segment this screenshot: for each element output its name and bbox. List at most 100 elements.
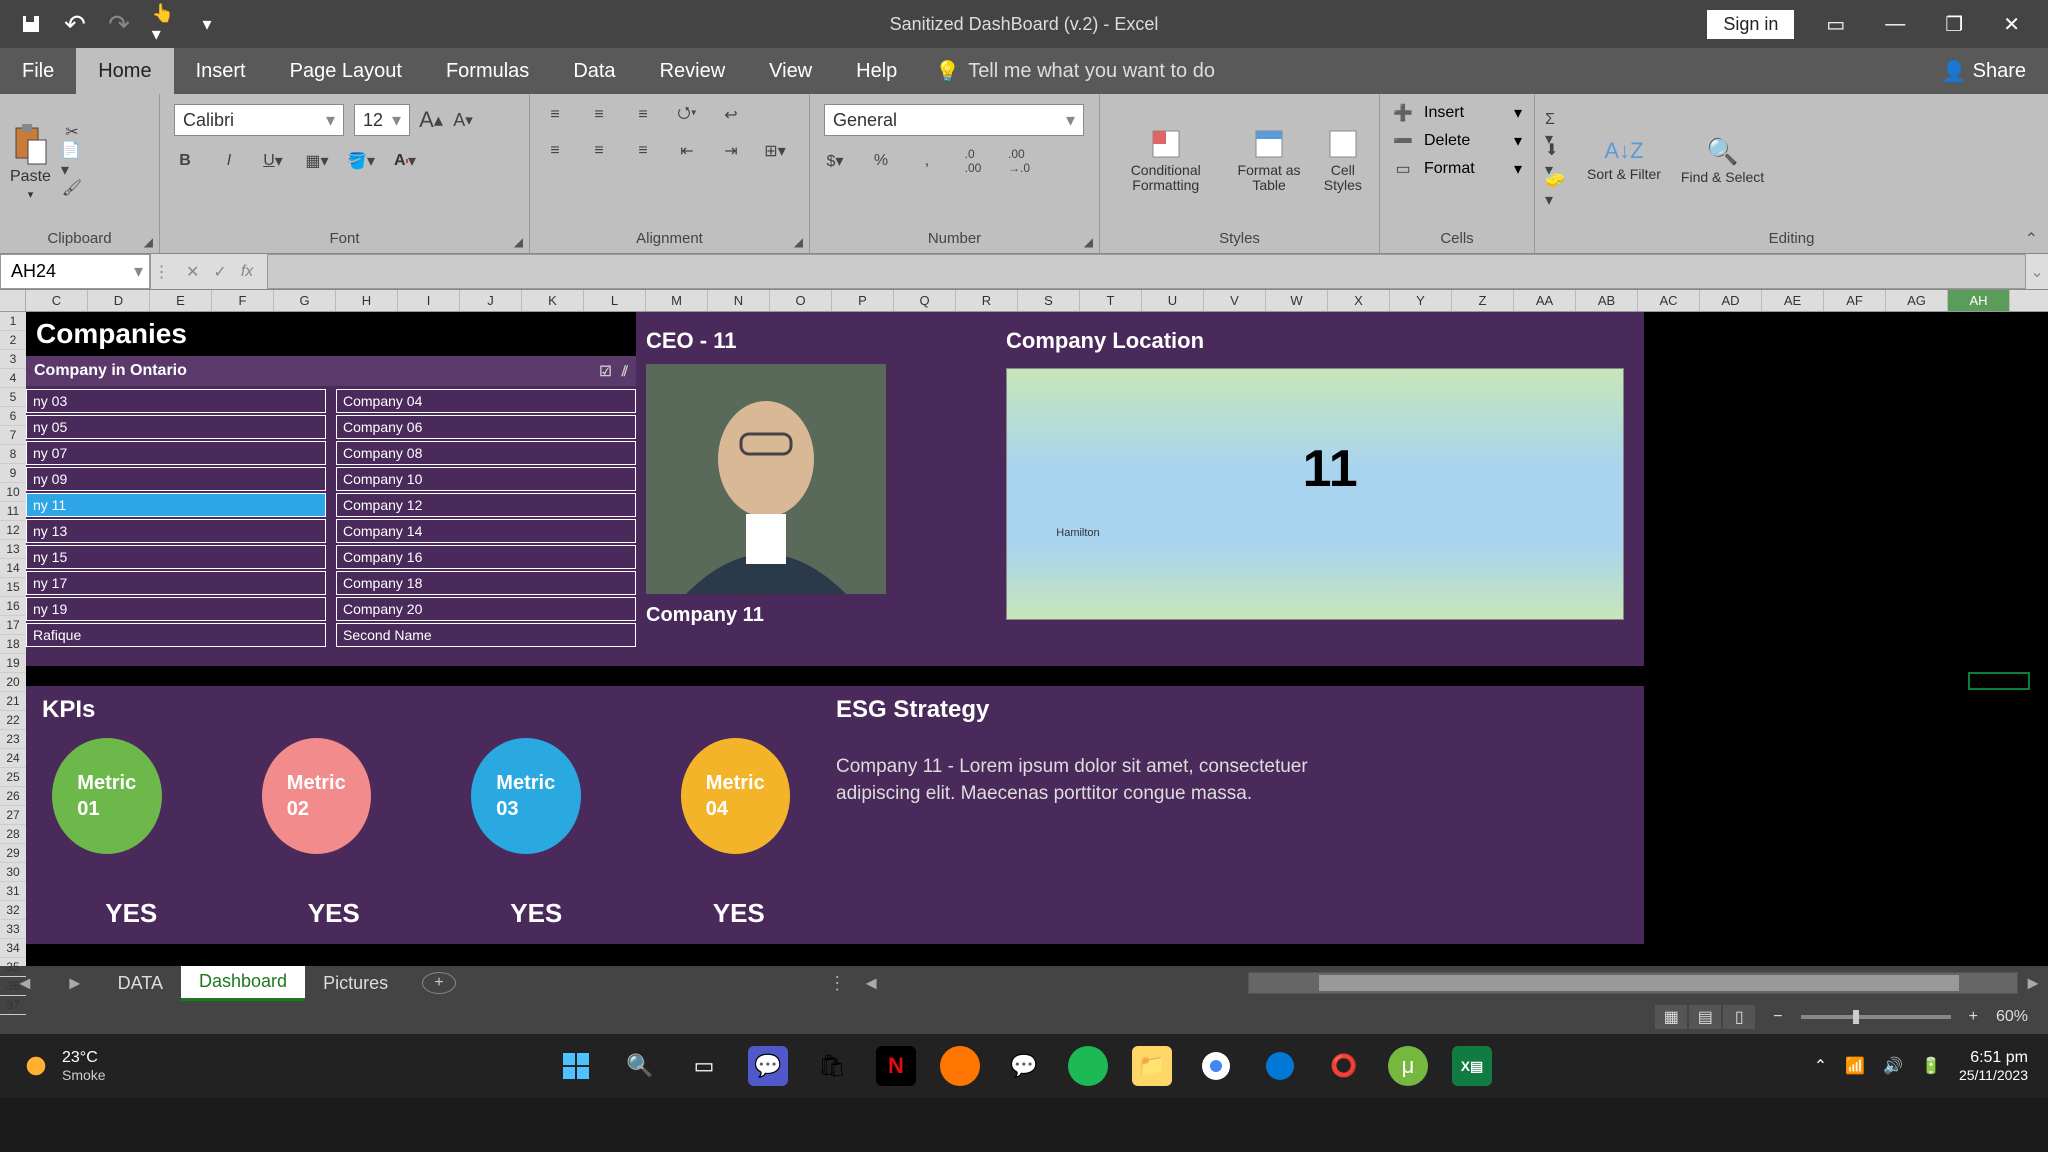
col-header-AC[interactable]: AC [1638,290,1700,311]
row-header-13[interactable]: 13 [0,540,26,559]
wrap-text-icon[interactable]: ↩ [720,104,742,126]
hscroll-right-icon[interactable]: ► [2018,973,2048,994]
decrease-indent-icon[interactable]: ⇤ [676,140,698,162]
tab-help[interactable]: Help [834,48,919,94]
tab-view[interactable]: View [747,48,834,94]
tab-data[interactable]: Data [551,48,637,94]
slicer-item[interactable]: Company 12 [336,493,636,517]
spotify-icon[interactable] [1068,1046,1108,1086]
weather-widget[interactable]: 23°C Smoke [0,1049,106,1083]
edge-icon[interactable] [1260,1046,1300,1086]
col-header-L[interactable]: L [584,290,646,311]
number-format-select[interactable]: General▾ [824,104,1084,136]
slicer-item[interactable]: ny 03 [26,389,326,413]
slicer-item[interactable]: ny 15 [26,545,326,569]
row-header-34[interactable]: 34 [0,939,26,958]
increase-indent-icon[interactable]: ⇥ [720,140,742,162]
slicer-item[interactable]: Company 14 [336,519,636,543]
worksheet-grid[interactable]: 1234567891011121314151617181920212223242… [0,312,2048,966]
col-header-O[interactable]: O [770,290,832,311]
row-header-3[interactable]: 3 [0,350,26,369]
slicer-item[interactable]: Second Name [336,623,636,647]
battery-icon[interactable]: 🔋 [1921,1056,1941,1076]
column-headers[interactable]: CDEFGHIJKLMNOPQRSTUVWXYZAAABACADAEAFAGAH [0,290,2048,312]
row-header-11[interactable]: 11 [0,502,26,521]
tab-split-icon[interactable]: ⋮ [818,973,856,994]
col-header-AB[interactable]: AB [1576,290,1638,311]
tab-file[interactable]: File [0,48,76,94]
page-layout-view-icon[interactable]: ▤ [1689,1005,1721,1029]
col-header-K[interactable]: K [522,290,584,311]
maximize-icon[interactable]: ❐ [1937,12,1971,37]
col-header-R[interactable]: R [956,290,1018,311]
close-icon[interactable]: ✕ [1995,12,2028,37]
teams-icon[interactable]: 💬 [748,1046,788,1086]
slicer-item[interactable]: Company 08 [336,441,636,465]
font-color-icon[interactable]: A▾ [394,150,416,172]
fill-color-icon[interactable]: 🪣▾ [350,150,372,172]
number-launcher-icon[interactable]: ◢ [1084,235,1093,249]
opera-icon[interactable]: ⭕ [1324,1046,1364,1086]
fill-icon[interactable]: ⬇ ▾ [1545,149,1567,171]
clear-filter-icon[interactable]: ⫽ [622,363,628,380]
col-header-I[interactable]: I [398,290,460,311]
new-sheet-button[interactable]: + [422,972,456,994]
col-header-AF[interactable]: AF [1824,290,1886,311]
row-header-4[interactable]: 4 [0,369,26,388]
whatsapp-icon[interactable]: 💬 [1004,1046,1044,1086]
col-header-AA[interactable]: AA [1514,290,1576,311]
row-header-7[interactable]: 7 [0,426,26,445]
font-size-select[interactable]: 12▾ [354,104,410,136]
font-launcher-icon[interactable]: ◢ [514,235,523,249]
row-header-31[interactable]: 31 [0,882,26,901]
col-header-E[interactable]: E [150,290,212,311]
row-header-10[interactable]: 10 [0,483,26,502]
page-break-view-icon[interactable]: ▯ [1723,1005,1755,1029]
row-header-1[interactable]: 1 [0,312,26,331]
share-button[interactable]: 👤 Share [1920,48,2048,94]
col-header-Q[interactable]: Q [894,290,956,311]
row-header-14[interactable]: 14 [0,559,26,578]
collapse-ribbon-icon[interactable]: ⌃ [2025,229,2038,249]
orientation-icon[interactable]: ⭯▾ [676,104,698,126]
align-left-icon[interactable]: ≡ [544,140,566,162]
col-header-Z[interactable]: Z [1452,290,1514,311]
paste-button[interactable]: Paste ▾ [10,120,51,201]
slicer-item[interactable]: ny 19 [26,597,326,621]
row-header-25[interactable]: 25 [0,768,26,787]
autosum-icon[interactable]: Σ ▾ [1545,119,1567,141]
row-header-22[interactable]: 22 [0,711,26,730]
row-header-30[interactable]: 30 [0,863,26,882]
qat-customize-icon[interactable]: ▾ [196,13,218,35]
row-header-27[interactable]: 27 [0,806,26,825]
increase-decimal-icon[interactable]: .0.00 [962,150,984,172]
italic-icon[interactable]: I [218,150,240,172]
redo-icon[interactable]: ↷ [108,13,130,35]
slicer-item[interactable]: Company 20 [336,597,636,621]
clock[interactable]: 6:51 pm 25/11/2023 [1959,1048,2028,1084]
row-header-24[interactable]: 24 [0,749,26,768]
sheet-nav-next-icon[interactable]: ► [50,973,100,994]
cell-styles-button[interactable]: Cell Styles [1317,127,1369,194]
sheet-tab-dashboard[interactable]: Dashboard [181,965,305,1001]
row-header-20[interactable]: 20 [0,673,26,692]
row-header-21[interactable]: 21 [0,692,26,711]
col-header-J[interactable]: J [460,290,522,311]
col-header-D[interactable]: D [88,290,150,311]
sheet-tab-pictures[interactable]: Pictures [305,967,406,1000]
row-header-5[interactable]: 5 [0,388,26,407]
row-header-9[interactable]: 9 [0,464,26,483]
row-header-29[interactable]: 29 [0,844,26,863]
signin-button[interactable]: Sign in [1707,10,1794,39]
col-header-S[interactable]: S [1018,290,1080,311]
row-header-33[interactable]: 33 [0,920,26,939]
start-button[interactable] [556,1046,596,1086]
col-header-F[interactable]: F [212,290,274,311]
font-name-select[interactable]: Calibri▾ [174,104,344,136]
col-header-AH[interactable]: AH [1948,290,2010,311]
col-header-AD[interactable]: AD [1700,290,1762,311]
undo-icon[interactable]: ↶ [64,13,86,35]
utorrent-icon[interactable]: μ [1388,1046,1428,1086]
find-select-button[interactable]: 🔍Find & Select [1681,136,1764,185]
merge-icon[interactable]: ⊞▾ [764,140,786,162]
